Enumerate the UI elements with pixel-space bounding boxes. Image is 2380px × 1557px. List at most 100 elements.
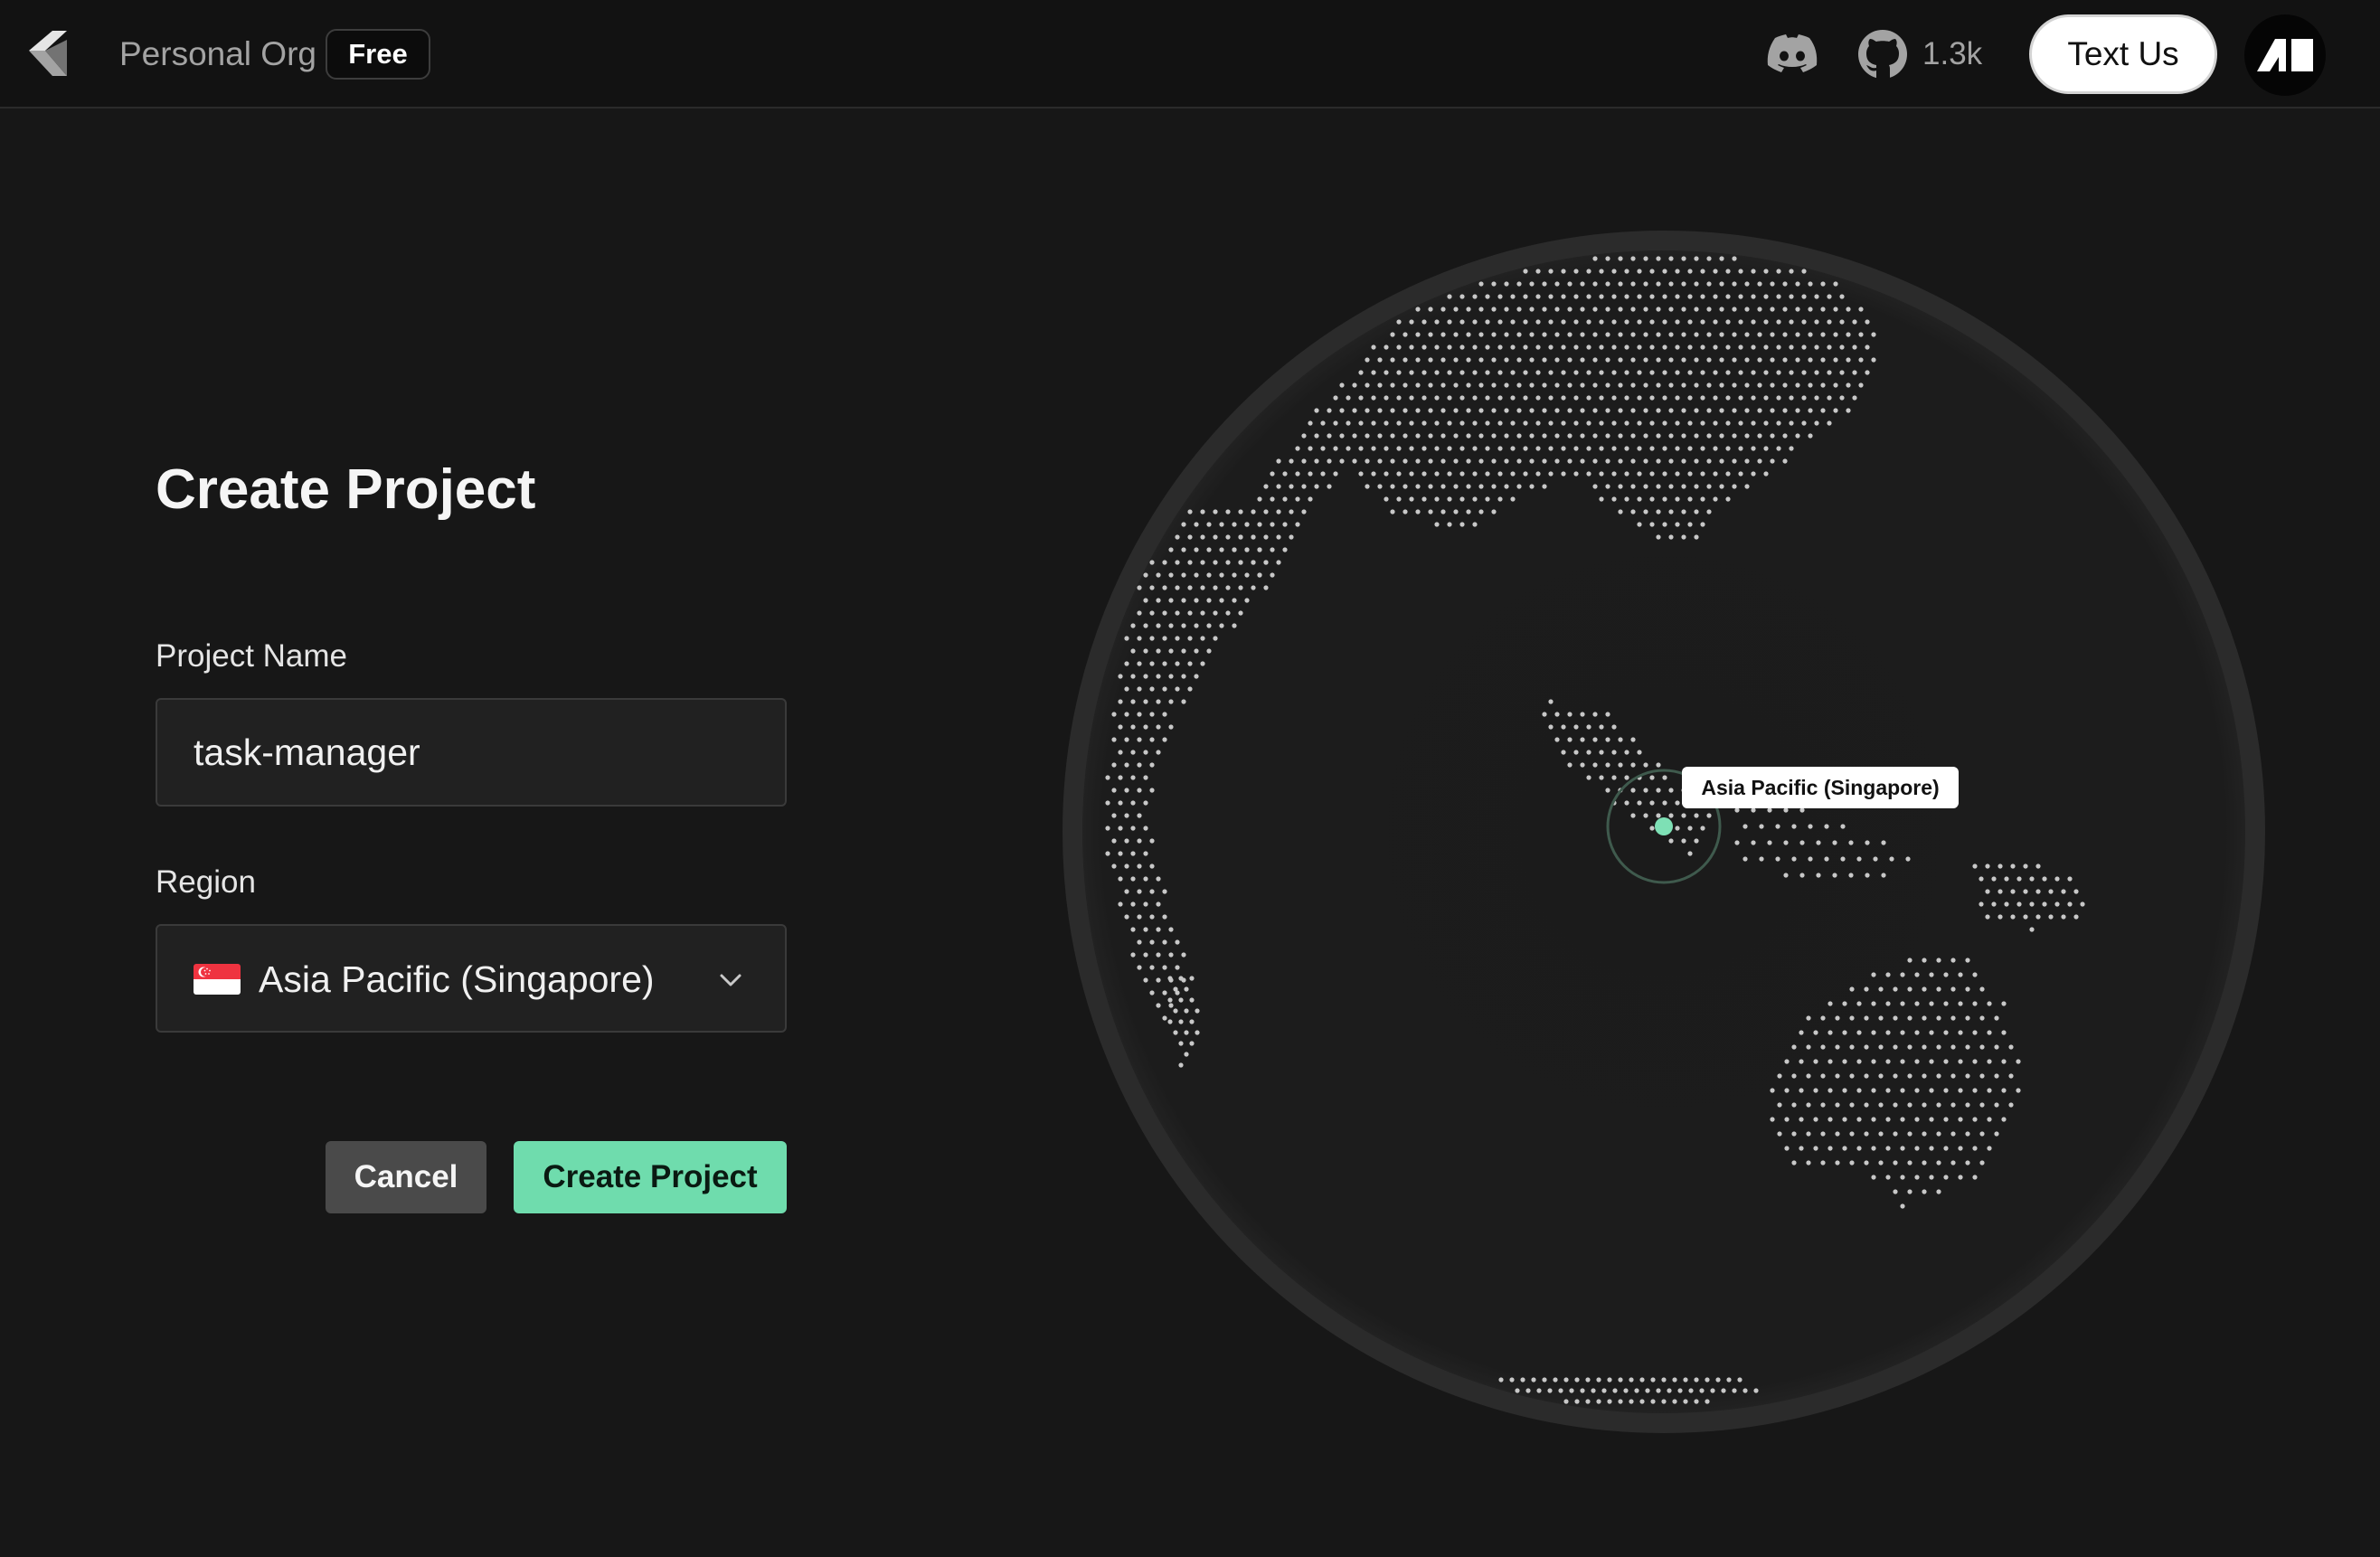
land-dot <box>1611 395 1617 401</box>
land-dot <box>1893 1189 1898 1194</box>
region-globe[interactable] <box>1013 208 2315 1510</box>
land-dot <box>1751 319 1756 325</box>
land-dot <box>1624 496 1629 502</box>
region-marker[interactable] <box>1655 817 1673 835</box>
land-dot <box>1244 522 1250 527</box>
land-dot <box>1672 1377 1677 1382</box>
land-dot <box>1149 838 1155 844</box>
land-dot <box>1643 813 1648 818</box>
land-dot <box>1181 623 1186 628</box>
project-name-input[interactable] <box>156 698 787 807</box>
land-dot <box>1263 509 1269 514</box>
land-dot <box>2010 863 2016 869</box>
land-dot <box>1994 1073 1999 1079</box>
create-project-button[interactable]: Create Project <box>514 1141 787 1213</box>
land-dot <box>1156 623 1161 628</box>
land-dot <box>1599 294 1604 299</box>
land-dot <box>1472 395 1478 401</box>
land-dot <box>1143 699 1148 704</box>
land-dot <box>1371 344 1376 350</box>
land-dot <box>1554 433 1560 439</box>
discord-icon[interactable] <box>1767 34 1818 74</box>
land-dot <box>1998 889 2003 894</box>
land-dot <box>1799 1146 1804 1151</box>
cancel-button[interactable]: Cancel <box>326 1141 486 1213</box>
land-dot <box>1662 775 1667 780</box>
land-dot <box>1567 762 1572 768</box>
land-dot <box>1510 496 1516 502</box>
land-dot <box>1137 889 1142 894</box>
land-dot <box>1656 534 1661 540</box>
land-dot <box>1738 344 1743 350</box>
land-dot <box>1563 1377 1569 1382</box>
land-dot <box>1181 674 1186 679</box>
land-dot <box>1789 294 1794 299</box>
land-dot <box>2001 1059 2007 1064</box>
land-dot <box>1295 471 1300 477</box>
land-dot <box>2023 889 2028 894</box>
land-dot <box>1744 433 1750 439</box>
land-dot <box>1744 408 1750 413</box>
land-dot <box>1371 370 1376 375</box>
land-dot <box>1599 446 1604 451</box>
land-dot <box>1592 382 1598 388</box>
land-dot <box>1914 1059 1920 1064</box>
land-dot <box>1885 1001 1891 1006</box>
github-star-count[interactable]: 1.3k <box>1922 33 1982 76</box>
land-dot <box>1168 674 1174 679</box>
land-dot <box>1706 281 1712 287</box>
github-icon[interactable] <box>1857 29 1908 80</box>
land-dot <box>1972 1059 1978 1064</box>
land-dot <box>1130 750 1136 755</box>
land-dot <box>1200 585 1205 590</box>
land-dot <box>1675 826 1680 831</box>
land-dot <box>1806 1102 1811 1108</box>
land-dot <box>1833 307 1838 312</box>
land-dot <box>1668 307 1674 312</box>
land-dot <box>1447 395 1452 401</box>
land-dot <box>1936 1102 1941 1108</box>
land-dot <box>1173 1008 1178 1014</box>
land-dot <box>1914 1175 1920 1180</box>
avatar[interactable] <box>2244 14 2326 96</box>
land-dot <box>1878 986 1884 992</box>
land-dot <box>1371 471 1376 477</box>
land-dot <box>1710 1388 1715 1393</box>
land-dot <box>1629 1377 1634 1382</box>
land-dot <box>1929 1088 1934 1093</box>
land-dot <box>1725 496 1731 502</box>
app-logo-icon[interactable] <box>25 29 76 80</box>
land-dot <box>1187 661 1193 666</box>
land-dot <box>1806 1073 1811 1079</box>
land-dot <box>1656 788 1661 793</box>
land-dot <box>1922 1189 1927 1194</box>
land-dot <box>1668 408 1674 413</box>
land-dot <box>1813 1030 1818 1035</box>
land-dot <box>1605 484 1610 489</box>
land-dot <box>1784 1088 1790 1093</box>
land-dot <box>1816 873 1821 878</box>
org-name[interactable]: Personal Org <box>119 33 316 76</box>
region-select[interactable]: Asia Pacific (Singapore) <box>156 924 787 1033</box>
land-dot <box>1162 636 1167 641</box>
land-dot <box>1900 1001 1905 1006</box>
text-us-button[interactable]: Text Us <box>2029 14 2217 94</box>
land-dot <box>1515 1388 1520 1393</box>
land-dot <box>1592 357 1598 363</box>
land-dot <box>1149 686 1155 692</box>
land-dot <box>1637 446 1642 451</box>
land-dot <box>1706 433 1712 439</box>
land-dot <box>1816 840 1821 845</box>
land-dot <box>2008 1044 2014 1050</box>
land-dot <box>1130 775 1136 780</box>
land-dot <box>1681 433 1686 439</box>
land-dot <box>1757 382 1762 388</box>
land-dot <box>1384 446 1389 451</box>
land-dot <box>1637 522 1642 527</box>
land-dot <box>1675 370 1680 375</box>
land-dot <box>1820 1015 1826 1021</box>
land-dot <box>1200 636 1205 641</box>
land-dot <box>1782 307 1788 312</box>
land-dot <box>1333 395 1338 401</box>
land-dot <box>1922 958 1927 963</box>
